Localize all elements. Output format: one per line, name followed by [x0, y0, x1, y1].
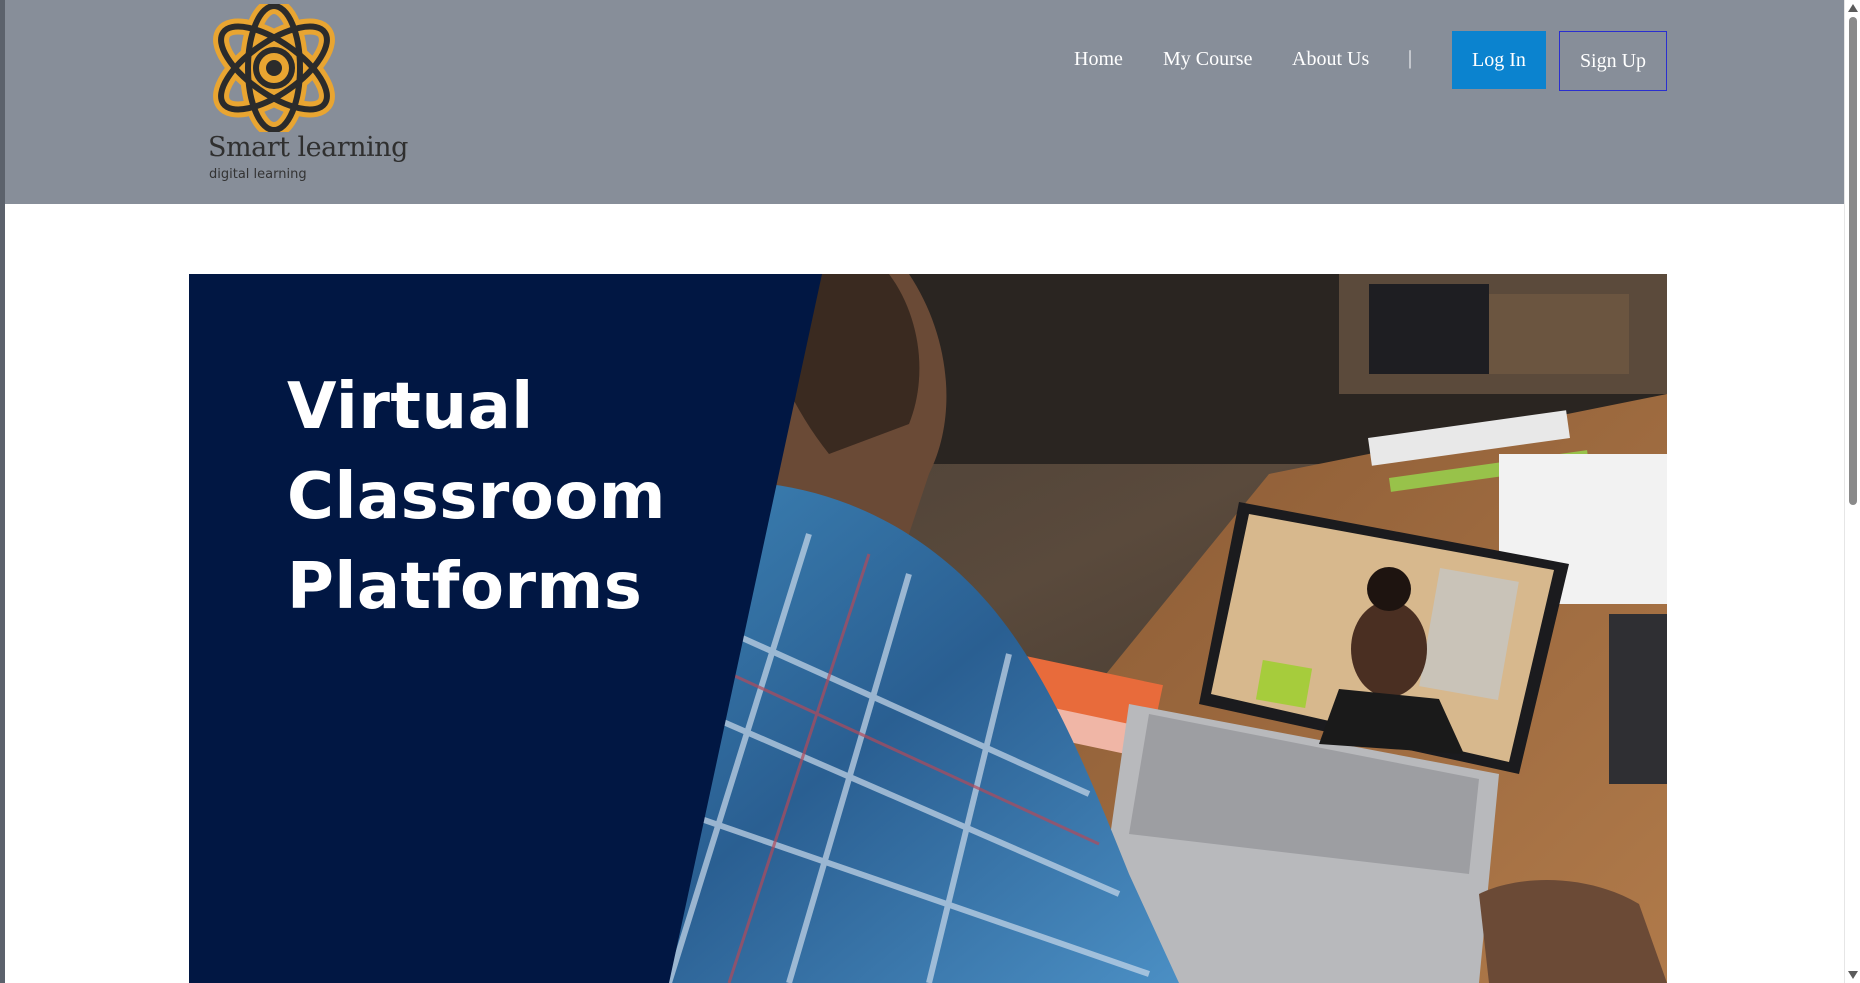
vertical-scrollbar[interactable]	[1844, 0, 1860, 983]
scroll-down-arrow-icon[interactable]	[1848, 971, 1858, 979]
atom-logo-icon	[213, 4, 335, 132]
page-viewport: Smart learning digital learning Home My …	[0, 0, 1860, 983]
brand-name: Smart learning	[208, 132, 408, 163]
brand-logo[interactable]: Smart learning digital learning	[206, 4, 408, 184]
nav-separator: |	[1408, 47, 1413, 69]
signup-button[interactable]: Sign Up	[1559, 31, 1667, 91]
nav-my-course-link[interactable]: My Course	[1163, 48, 1252, 71]
scrollbar-thumb[interactable]	[1849, 17, 1857, 505]
hero-heading-line: Classroom	[287, 460, 666, 534]
login-button[interactable]: Log In	[1452, 31, 1546, 89]
hero-heading-line: Virtual	[287, 370, 534, 444]
hero-heading: Virtual Classroom Platforms	[287, 362, 666, 632]
scroll-up-arrow-icon[interactable]	[1848, 4, 1858, 12]
nav-home-link[interactable]: Home	[1074, 48, 1123, 71]
hero-banner: Virtual Classroom Platforms	[189, 274, 1667, 983]
nav-about-us-link[interactable]: About Us	[1292, 48, 1369, 71]
brand-tagline: digital learning	[209, 167, 307, 182]
site-header: Smart learning digital learning Home My …	[5, 0, 1849, 204]
hero-heading-line: Platforms	[287, 550, 643, 624]
